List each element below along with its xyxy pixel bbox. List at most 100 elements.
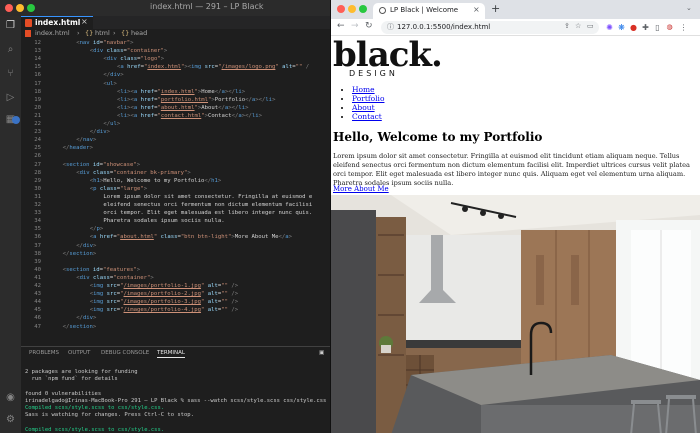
- tab-terminal[interactable]: TERMINAL: [157, 350, 185, 358]
- tab-index-html[interactable]: index.html ×: [21, 16, 93, 29]
- line-number: 17: [34, 80, 41, 87]
- code-line[interactable]: 44 <img src="/images/portfolio-3.jpg" alt…: [21, 298, 330, 306]
- panel-tabs: PROBLEMS OUTPUT DEBUG CONSOLE TERMINAL ▣: [21, 347, 330, 359]
- site-nav: Home Portfolio About Contact: [347, 85, 384, 121]
- code-line[interactable]: 40 <section id="features">: [21, 266, 330, 274]
- tab-problems[interactable]: PROBLEMS: [29, 350, 59, 356]
- nav-link-contact[interactable]: Contact: [352, 112, 382, 121]
- extension-icon[interactable]: ●: [629, 23, 638, 32]
- puzzle-icon[interactable]: ✚: [641, 23, 650, 32]
- nav-link-home[interactable]: Home: [352, 85, 375, 94]
- extension-icon[interactable]: ✺: [605, 23, 614, 32]
- run-debug-icon[interactable]: ▷: [5, 92, 16, 103]
- breadcrumb-item-file[interactable]: index.html: [35, 29, 70, 37]
- code-line[interactable]: 34 Pharetra sodales ipsum sociis nulla.: [21, 217, 330, 225]
- more-about-me-link[interactable]: More About Me: [333, 185, 389, 193]
- reload-icon[interactable]: ↻: [365, 21, 373, 31]
- address-url[interactable]: 127.0.0.1:5500/index.html: [397, 23, 490, 31]
- minimize-window-button[interactable]: [16, 4, 24, 12]
- share-icon[interactable]: ⇪: [564, 22, 570, 30]
- breadcrumb-separator: ›: [77, 29, 80, 37]
- tab-output[interactable]: OUTPUT: [68, 350, 90, 356]
- tab-debug-console[interactable]: DEBUG CONSOLE: [101, 350, 149, 356]
- bookmark-star-icon[interactable]: ☆: [575, 22, 581, 30]
- code-line[interactable]: 22 </ul>: [21, 120, 330, 128]
- explorer-icon[interactable]: ❐: [5, 20, 16, 31]
- code-line[interactable]: 47 </section>: [21, 323, 330, 331]
- breadcrumb-item-head[interactable]: head: [131, 29, 147, 37]
- terminal-line: Sass is watching for changes. Press Ctrl…: [25, 412, 194, 419]
- info-icon[interactable]: ⓘ: [387, 22, 394, 32]
- code-line[interactable]: 45 <img src="/images/portfolio-4.jpg" alt…: [21, 306, 330, 314]
- close-window-button[interactable]: [337, 5, 345, 13]
- code-line[interactable]: 19 <li><a href="portfolio.html">Portfolio…: [21, 96, 330, 104]
- code-line[interactable]: 24 </nav>: [21, 136, 330, 144]
- zoom-window-button[interactable]: [359, 5, 367, 13]
- code-line[interactable]: 18 <li><a href="index.html">Home</a></li>: [21, 88, 330, 96]
- vscode-window: index.html — 291 – LP Black ❐ ⌕ ⑂ ▷ ▦ ◉ …: [0, 0, 330, 433]
- code-line[interactable]: 35 </p>: [21, 225, 330, 233]
- code-line[interactable]: 16 </div>: [21, 71, 330, 79]
- line-number: 30: [34, 185, 41, 192]
- terminal-output[interactable]: 2 packages are looking for funding run `…: [25, 362, 326, 433]
- nav-link-portfolio[interactable]: Portfolio: [352, 94, 384, 103]
- line-number: 15: [34, 64, 41, 71]
- line-number: 44: [34, 299, 41, 306]
- code-line[interactable]: 30 <p class="large">: [21, 185, 330, 193]
- code-line[interactable]: 43 <img src="/images/portfolio-2.jpg" alt…: [21, 290, 330, 298]
- more-menu-icon[interactable]: ⋮: [679, 23, 688, 32]
- tab-close-icon[interactable]: ×: [81, 17, 88, 26]
- code-line[interactable]: 38 </section>: [21, 250, 330, 258]
- code-line[interactable]: 14 <div class="logo">: [21, 55, 330, 63]
- address-bar[interactable]: ⓘ 127.0.0.1:5500/index.html ⇪ ☆ ▭: [381, 21, 599, 34]
- code-text: </header>: [62, 145, 93, 152]
- code-line[interactable]: 26: [21, 152, 330, 160]
- code-line[interactable]: 32 eleifend senectus orci fermentum non d…: [21, 201, 330, 209]
- terminal-shell-icon[interactable]: ▣: [319, 350, 324, 356]
- code-line[interactable]: 27 <section id="showcase">: [21, 161, 330, 169]
- split-icon[interactable]: ▭: [587, 22, 594, 30]
- account-icon[interactable]: ◉: [5, 392, 16, 403]
- code-text: <li><a href="contact.html">Contact</a></…: [117, 112, 262, 119]
- code-line[interactable]: 28 <div class="container bk-primary">: [21, 169, 330, 177]
- code-line[interactable]: 17 <ul>: [21, 80, 330, 88]
- zoom-window-button[interactable]: [27, 4, 35, 12]
- browser-tab[interactable]: LP Black | Welcome ×: [373, 3, 485, 19]
- code-text: <div class="container">: [76, 274, 154, 281]
- forward-arrow-icon[interactable]: →: [351, 21, 359, 31]
- code-line[interactable]: 31 Lorem ipsum dolor sit amet consectetur…: [21, 193, 330, 201]
- back-arrow-icon[interactable]: ←: [337, 21, 345, 31]
- gear-icon[interactable]: ⚙: [5, 414, 16, 425]
- source-control-icon[interactable]: ⑂: [5, 68, 16, 79]
- chevron-down-icon[interactable]: ⌄: [686, 4, 692, 12]
- nav-link-about[interactable]: About: [352, 103, 375, 112]
- close-window-button[interactable]: [5, 4, 13, 12]
- code-text: </section>: [62, 250, 97, 257]
- minimize-window-button[interactable]: [348, 5, 356, 13]
- search-icon[interactable]: ⌕: [5, 44, 16, 55]
- code-line[interactable]: 21 <li><a href="contact.html">Contact</a>…: [21, 112, 330, 120]
- code-line[interactable]: 25 </header>: [21, 144, 330, 152]
- code-line[interactable]: 33 orci tempor. Elit eget malesuada est l…: [21, 209, 330, 217]
- breadcrumb-item-html[interactable]: html: [95, 29, 110, 37]
- new-tab-button[interactable]: +: [491, 2, 500, 15]
- code-editor[interactable]: 12 <nav id="navbar"> 13 <div class="contain…: [21, 39, 330, 345]
- code-line[interactable]: 23 </div>: [21, 128, 330, 136]
- avatar[interactable]: ◍: [665, 23, 674, 32]
- extension-icon[interactable]: ❋: [617, 23, 626, 32]
- sidebar-icon[interactable]: ▯: [653, 23, 662, 32]
- code-line[interactable]: 15 <a href="index.html"><img src="/images…: [21, 63, 330, 71]
- browser-tab-close-icon[interactable]: ×: [473, 5, 480, 14]
- code-line[interactable]: 36 <a href="about.html" class="btn btn-li…: [21, 233, 330, 241]
- code-line[interactable]: 39: [21, 258, 330, 266]
- code-line[interactable]: 46 </div>: [21, 314, 330, 322]
- code-line[interactable]: 20 <li><a href="about.html">About</a></li…: [21, 104, 330, 112]
- code-line[interactable]: 41 <div class="container">: [21, 274, 330, 282]
- code-line[interactable]: 29 <h1>Hello, Welcome to my Portfolio</h1…: [21, 177, 330, 185]
- code-line[interactable]: 37 </div>: [21, 242, 330, 250]
- code-line[interactable]: 42 <img src="/images/portfolio-1.jpg" alt…: [21, 282, 330, 290]
- site-logo[interactable]: black.: [333, 37, 443, 73]
- code-line[interactable]: 13 <div class="container">: [21, 47, 330, 55]
- code-text: </section>: [62, 323, 97, 330]
- code-line[interactable]: 12 <nav id="navbar">: [21, 39, 330, 47]
